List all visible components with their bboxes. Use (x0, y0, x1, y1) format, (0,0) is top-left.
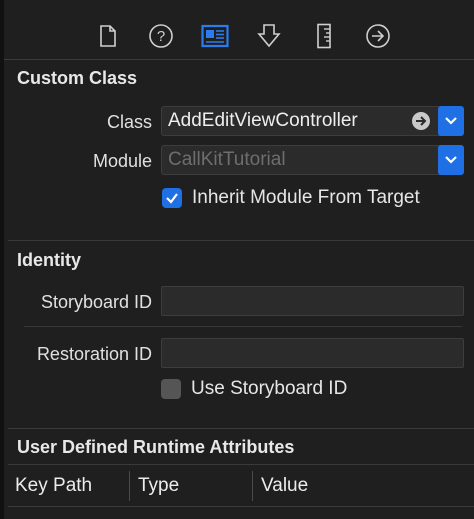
go-to-class-icon[interactable] (412, 112, 430, 130)
inspector-toolbar: ? (4, 0, 474, 60)
section-divider (8, 240, 474, 241)
chevron-down-icon (445, 117, 457, 125)
quick-help-icon[interactable]: ? (147, 22, 175, 50)
class-dropdown-button[interactable] (438, 106, 464, 136)
identity-inspector-icon[interactable] (201, 22, 229, 50)
class-value: AddEditViewController (168, 110, 358, 131)
size-inspector-icon[interactable] (310, 22, 338, 50)
column-separator (252, 471, 253, 501)
svg-text:?: ? (157, 28, 165, 45)
custom-class-title: Custom Class (17, 68, 138, 88)
file-inspector-icon[interactable] (94, 22, 122, 50)
runtime-attributes-title: User Defined Runtime Attributes (17, 437, 295, 457)
restoration-id-label: Restoration ID (36, 344, 152, 364)
storyboard-id-field[interactable] (161, 286, 464, 316)
connections-inspector-icon[interactable] (364, 22, 392, 50)
inherit-module-checkbox[interactable] (162, 188, 182, 208)
column-separator (129, 471, 130, 501)
identity-title: Identity (17, 250, 82, 270)
module-dropdown-button[interactable] (438, 145, 464, 175)
storyboard-id-label: Storyboard ID (40, 292, 152, 312)
chevron-down-icon (445, 156, 457, 164)
checkmark-icon (166, 193, 178, 204)
restoration-id-field[interactable] (161, 338, 464, 368)
runtime-attributes-table-header: Key Path Type Value (8, 464, 474, 507)
section-divider (8, 428, 474, 429)
identity-inspector-panel: ? Custom Class Class AddEditViewControll… (0, 0, 474, 519)
use-storyboard-id-checkbox[interactable] (161, 379, 181, 399)
module-label: Module (92, 151, 152, 171)
use-storyboard-id-label: Use Storyboard ID (191, 378, 348, 399)
class-combo[interactable]: AddEditViewController (161, 106, 464, 136)
module-placeholder: CallKitTutorial (168, 149, 286, 170)
module-combo[interactable]: CallKitTutorial (161, 145, 464, 175)
key-path-column-header[interactable]: Key Path (15, 475, 92, 497)
type-column-header[interactable]: Type (138, 475, 179, 497)
inherit-module-label: Inherit Module From Target (192, 187, 420, 208)
class-label: Class (106, 112, 152, 132)
row-divider (24, 326, 462, 327)
attributes-inspector-icon[interactable] (255, 22, 283, 50)
value-column-header[interactable]: Value (261, 475, 308, 497)
